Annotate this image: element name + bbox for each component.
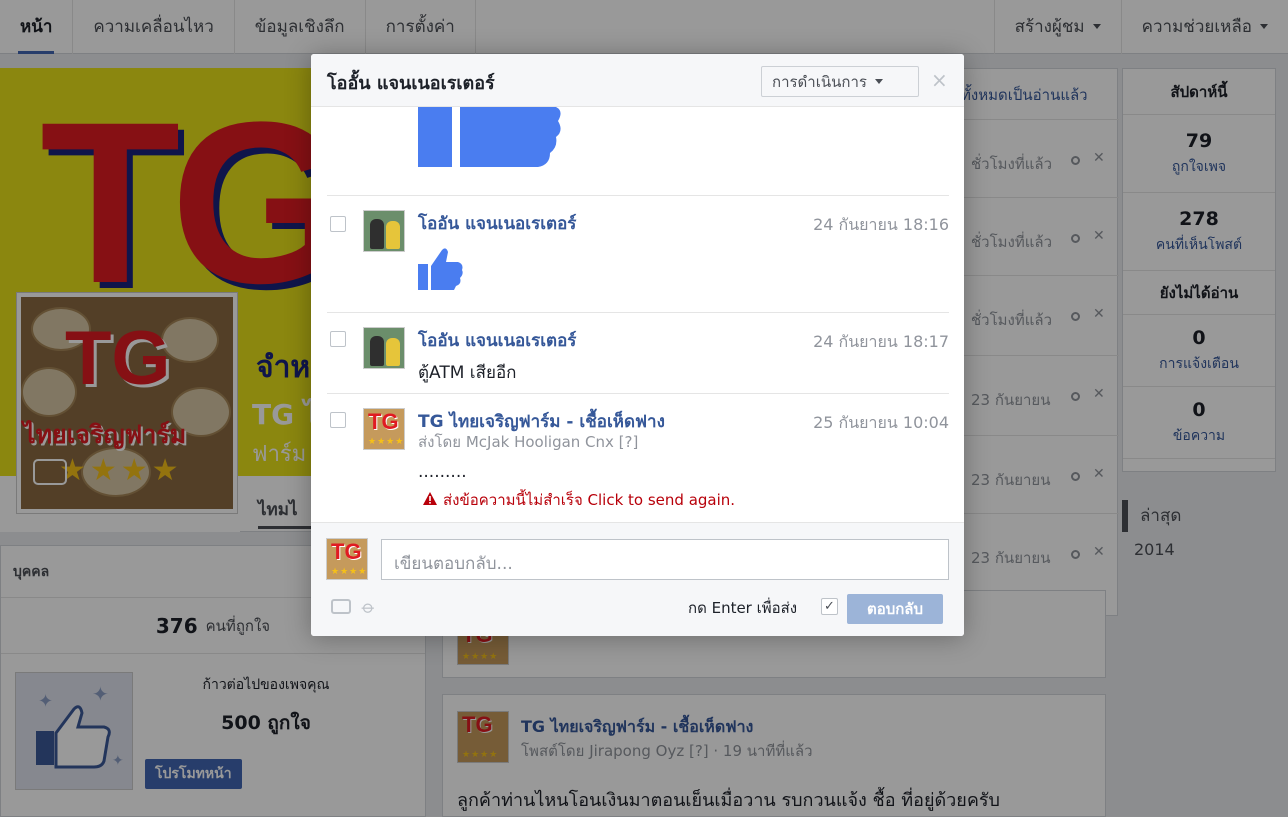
message-time: 25 กันยายน 10:04 (813, 413, 949, 432)
send-error-text: ส่งข้อความนี้ไม่สำเร็จ Click to send aga… (443, 491, 736, 509)
avatar-figure (386, 221, 400, 249)
paperclip-icon[interactable]: ⌀ (357, 596, 380, 619)
message-sender[interactable]: โออัน แจนเนอเรเตอร์ (418, 210, 576, 237)
avatar[interactable] (363, 327, 405, 369)
message-time: 24 กันยายน 18:16 (813, 215, 949, 234)
message-item: โออัน แจนเนอเรเตอร์ 24 กันยายน 18:16 (327, 196, 949, 313)
like-sticker-icon (418, 107, 561, 167)
like-sticker-icon (418, 248, 463, 290)
avatar[interactable]: TG ★★★★ (363, 408, 405, 450)
dialog-title: โออั้น แจนเนอเรเตอร์ (327, 73, 495, 94)
conversation-dialog: โออั้น แจนเนอเรเตอร์ การดำเนินการ × โออั… (311, 54, 964, 636)
message-time: 24 กันยายน 18:17 (813, 332, 949, 351)
message-text: ......... (418, 462, 467, 482)
reply-composer: TG ★★★★ เขียนตอบกลับ... ⌀ กด Enter เพื่อส… (311, 522, 964, 636)
avatar-figure (370, 219, 384, 249)
message-item (327, 107, 949, 196)
camera-icon[interactable] (331, 599, 351, 614)
message-item: TG ★★★★ TG ไทยเจริญฟาร์ม - เชื้อเห็ดฟาง 2… (327, 394, 949, 520)
dialog-header: โออั้น แจนเนอเรเตอร์ การดำเนินการ × (311, 54, 964, 107)
avatar-figure (370, 336, 384, 366)
star-icons: ★★★★ (331, 567, 368, 577)
message-list[interactable]: โออัน แจนเนอเรเตอร์ 24 กันยายน 18:16 โออ… (311, 107, 964, 520)
actions-dropdown-label: การดำเนินการ (772, 72, 867, 91)
actions-dropdown[interactable]: การดำเนินการ (761, 66, 919, 97)
message-sender[interactable]: โออัน แจนเนอเรเตอร์ (418, 327, 576, 354)
message-checkbox[interactable] (330, 216, 346, 232)
reply-input[interactable]: เขียนตอบกลับ... (381, 539, 949, 580)
message-checkbox[interactable] (330, 331, 346, 347)
enter-to-send-label: กด Enter เพื่อส่ง (688, 599, 798, 617)
avatar[interactable] (363, 210, 405, 252)
star-icons: ★★★★ (368, 437, 405, 447)
chevron-down-icon (874, 79, 883, 84)
avatar-logo: TG (368, 409, 399, 434)
reply-button[interactable]: ตอบกลับ (847, 594, 943, 624)
close-icon[interactable]: × (931, 68, 948, 92)
warning-icon (423, 491, 437, 509)
send-error[interactable]: ส่งข้อความนี้ไม่สำเร็จ Click to send aga… (423, 488, 735, 512)
avatar: TG ★★★★ (326, 538, 368, 580)
message-checkbox[interactable] (330, 412, 346, 428)
enter-to-send-checkbox[interactable]: ✓ (821, 598, 838, 615)
avatar-figure (386, 338, 400, 366)
message-text: ตู้ATM เสียอีก (418, 363, 517, 383)
avatar-logo: TG (331, 539, 362, 564)
message-item: โออัน แจนเนอเรเตอร์ 24 กันยายน 18:17 ตู้… (327, 313, 949, 394)
sent-by-label: ส่งโดย McJak Hooligan Cnx [?] (418, 433, 639, 451)
